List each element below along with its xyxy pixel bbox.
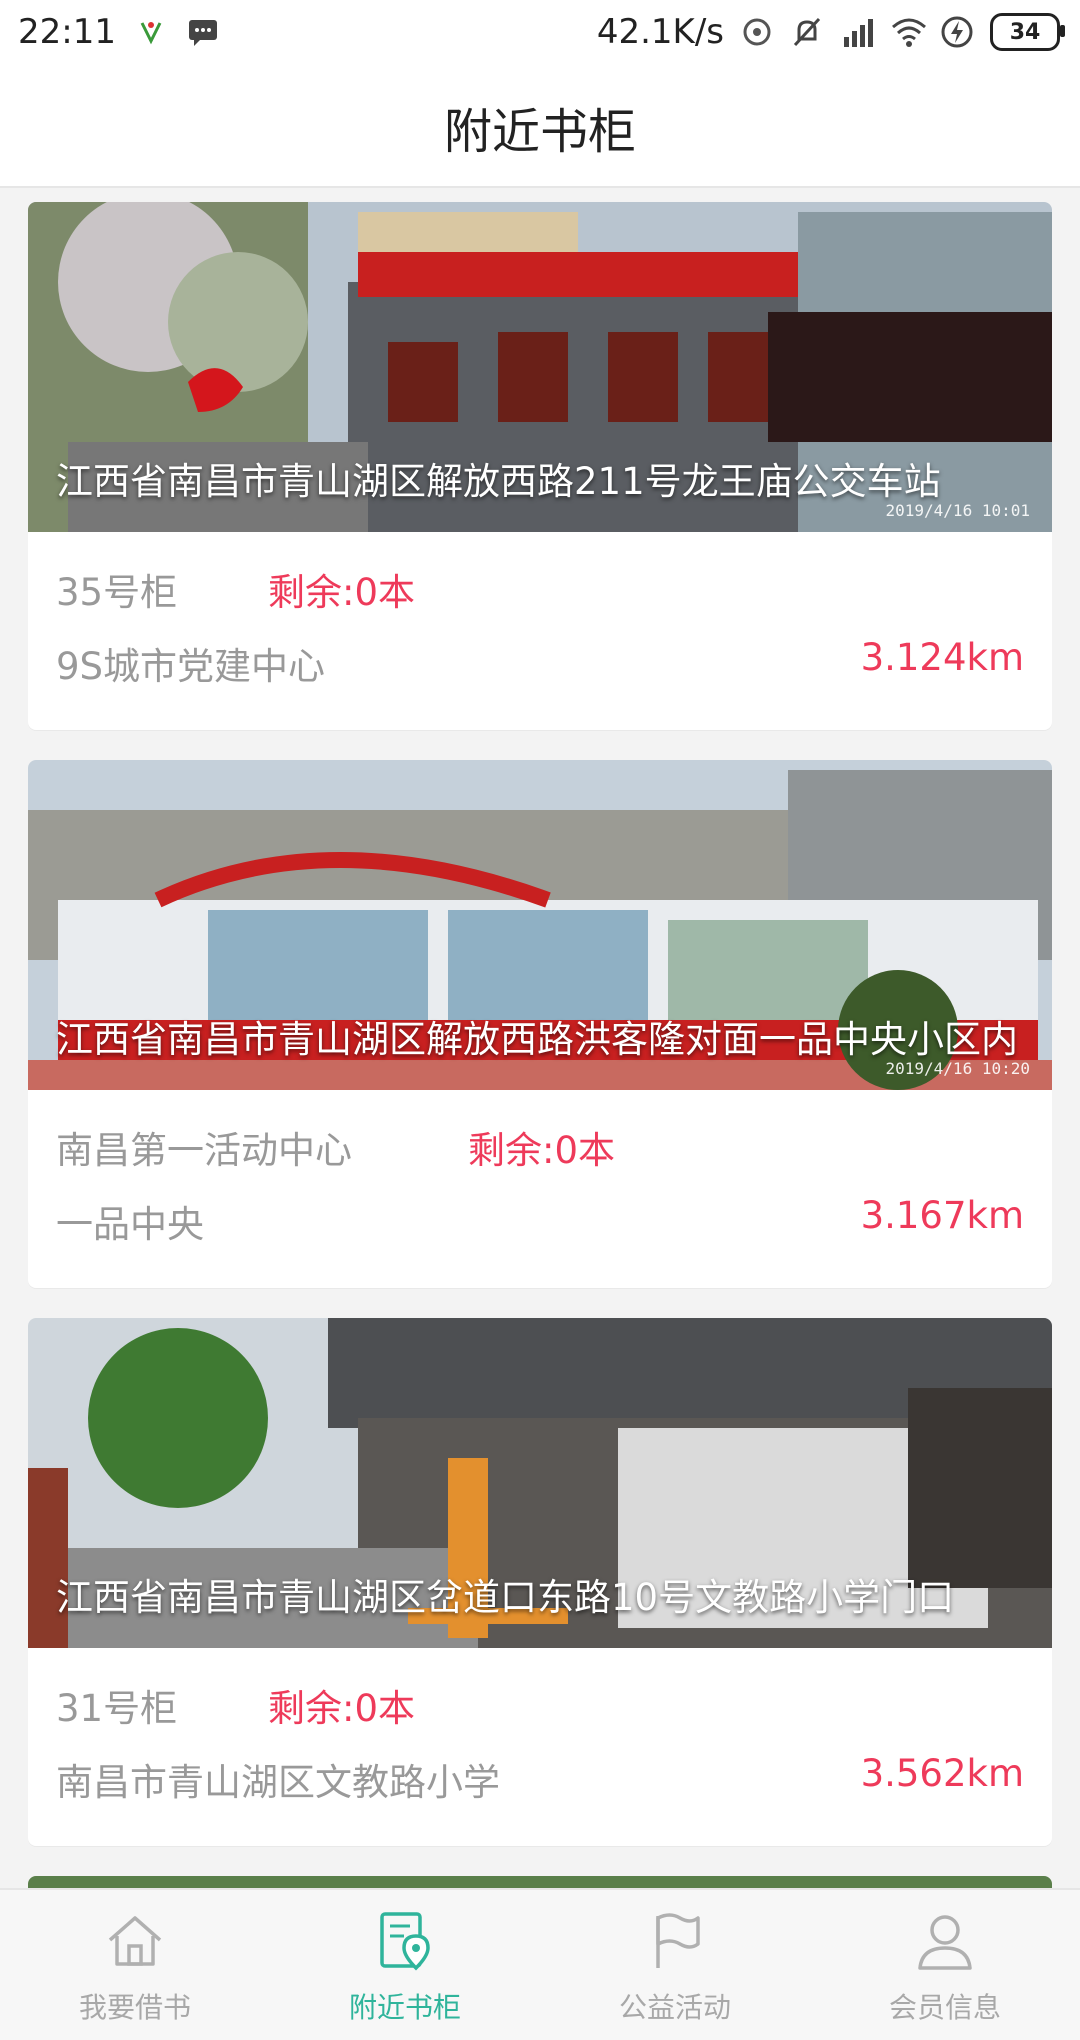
cabinet-address: 江西省南昌市青山湖区解放西路洪客隆对面一品中央小区内 [56,1018,1018,1061]
nav-label: 我要借书 [78,1991,191,2024]
app-header: 附近书柜 [0,68,1080,188]
cabinet-card[interactable]: 江西省南昌市青山湖区岔道口东路10号文教路小学门口 31号柜 剩余:0本 南昌市… [28,1318,1052,1846]
cabinet-distance: 3.167km [860,1194,1024,1237]
cabinet-photo: 江西省南昌市青山湖区岔道口东路10号文教路小学门口 [28,1318,1052,1648]
signal-icon [840,15,874,49]
nav-label: 会员信息 [888,1991,1001,2024]
location-doc-icon [380,1912,430,1971]
cabinet-number: 31号柜 [56,1687,178,1730]
cabinet-place: 9S城市党建中心 [56,645,326,688]
cabinet-location-row: 一品中央 3.167km [28,1180,1052,1260]
cabinet-place: 一品中央 [56,1203,204,1246]
nav-label: 公益活动 [618,1991,731,2024]
nav-borrow-books[interactable]: 我要借书 [0,1890,270,2040]
wifi-icon [890,15,926,49]
cabinet-distance: 3.562km [860,1752,1024,1795]
cabinet-number: 35号柜 [56,571,178,614]
nav-charity-events[interactable]: 公益活动 [540,1890,810,2040]
cabinet-info-row: 35号柜 剩余:0本 [28,532,1052,622]
mute-bell-icon [790,15,824,49]
battery-icon: 34 [990,13,1065,51]
cabinet-distance: 3.124km [860,636,1024,679]
cabinet-address: 江西省南昌市青山湖区解放西路211号龙王庙公交车站 [56,460,941,503]
status-left: 22:11 [18,12,220,52]
cabinet-card[interactable]: 江西省南昌市青山湖区解放西路211号龙王庙公交车站 2019/4/16 10:0… [28,202,1052,730]
status-time: 22:11 [18,12,116,52]
photo-timestamp: 2019/4/16 10:20 [885,1059,1031,1078]
battery-level: 34 [1009,19,1041,45]
cabinet-photo: 江西省南昌市青山湖区解放西路211号龙王庙公交车站 2019/4/16 10:0… [28,202,1052,532]
hotspot-icon [740,15,774,49]
cabinet-location-row: 南昌市青山湖区文教路小学 3.562km [28,1738,1052,1818]
message-icon [186,15,220,49]
remaining-books: 剩余:0本 [268,571,416,614]
status-bar: 22:11 42.1K/s 34 [0,0,1080,68]
remaining-books: 剩余:0本 [468,1129,616,1172]
app-notification-icon [134,15,168,49]
cabinet-location-row: 9S城市党建中心 3.124km [28,622,1052,702]
user-icon [918,1915,972,1970]
charging-icon [940,15,974,49]
cabinet-list[interactable]: 江西省南昌市青山湖区解放西路211号龙王庙公交车站 2019/4/16 10:0… [28,202,1052,1916]
nav-member-info[interactable]: 会员信息 [810,1890,1080,2040]
cabinet-place: 南昌市青山湖区文教路小学 [56,1761,500,1804]
flag-icon [656,1913,700,1968]
cabinet-number: 南昌第一活动中心 [56,1129,352,1172]
cabinet-card[interactable]: 江西省南昌市青山湖区解放西路洪客隆对面一品中央小区内 2019/4/16 10:… [28,760,1052,1288]
cabinet-photo: 江西省南昌市青山湖区解放西路洪客隆对面一品中央小区内 2019/4/16 10:… [28,760,1052,1090]
remaining-books: 剩余:0本 [268,1687,416,1730]
nav-label: 附近书柜 [348,1991,461,2024]
cabinet-info-row: 南昌第一活动中心 剩余:0本 [28,1090,1052,1180]
photo-timestamp: 2019/4/16 10:01 [885,501,1031,520]
status-right: 42.1K/s 34 [596,12,1065,52]
cabinet-address: 江西省南昌市青山湖区岔道口东路10号文教路小学门口 [56,1576,955,1619]
nav-nearby-cabinets[interactable]: 附近书柜 [270,1890,540,2040]
network-speed: 42.1K/s [596,12,724,52]
bottom-nav: 我要借书 附近书柜 公益活动 会员信息 [0,1888,1080,2040]
page-title: 附近书柜 [443,104,636,160]
home-icon [108,1916,162,1966]
cabinet-info-row: 31号柜 剩余:0本 [28,1648,1052,1738]
